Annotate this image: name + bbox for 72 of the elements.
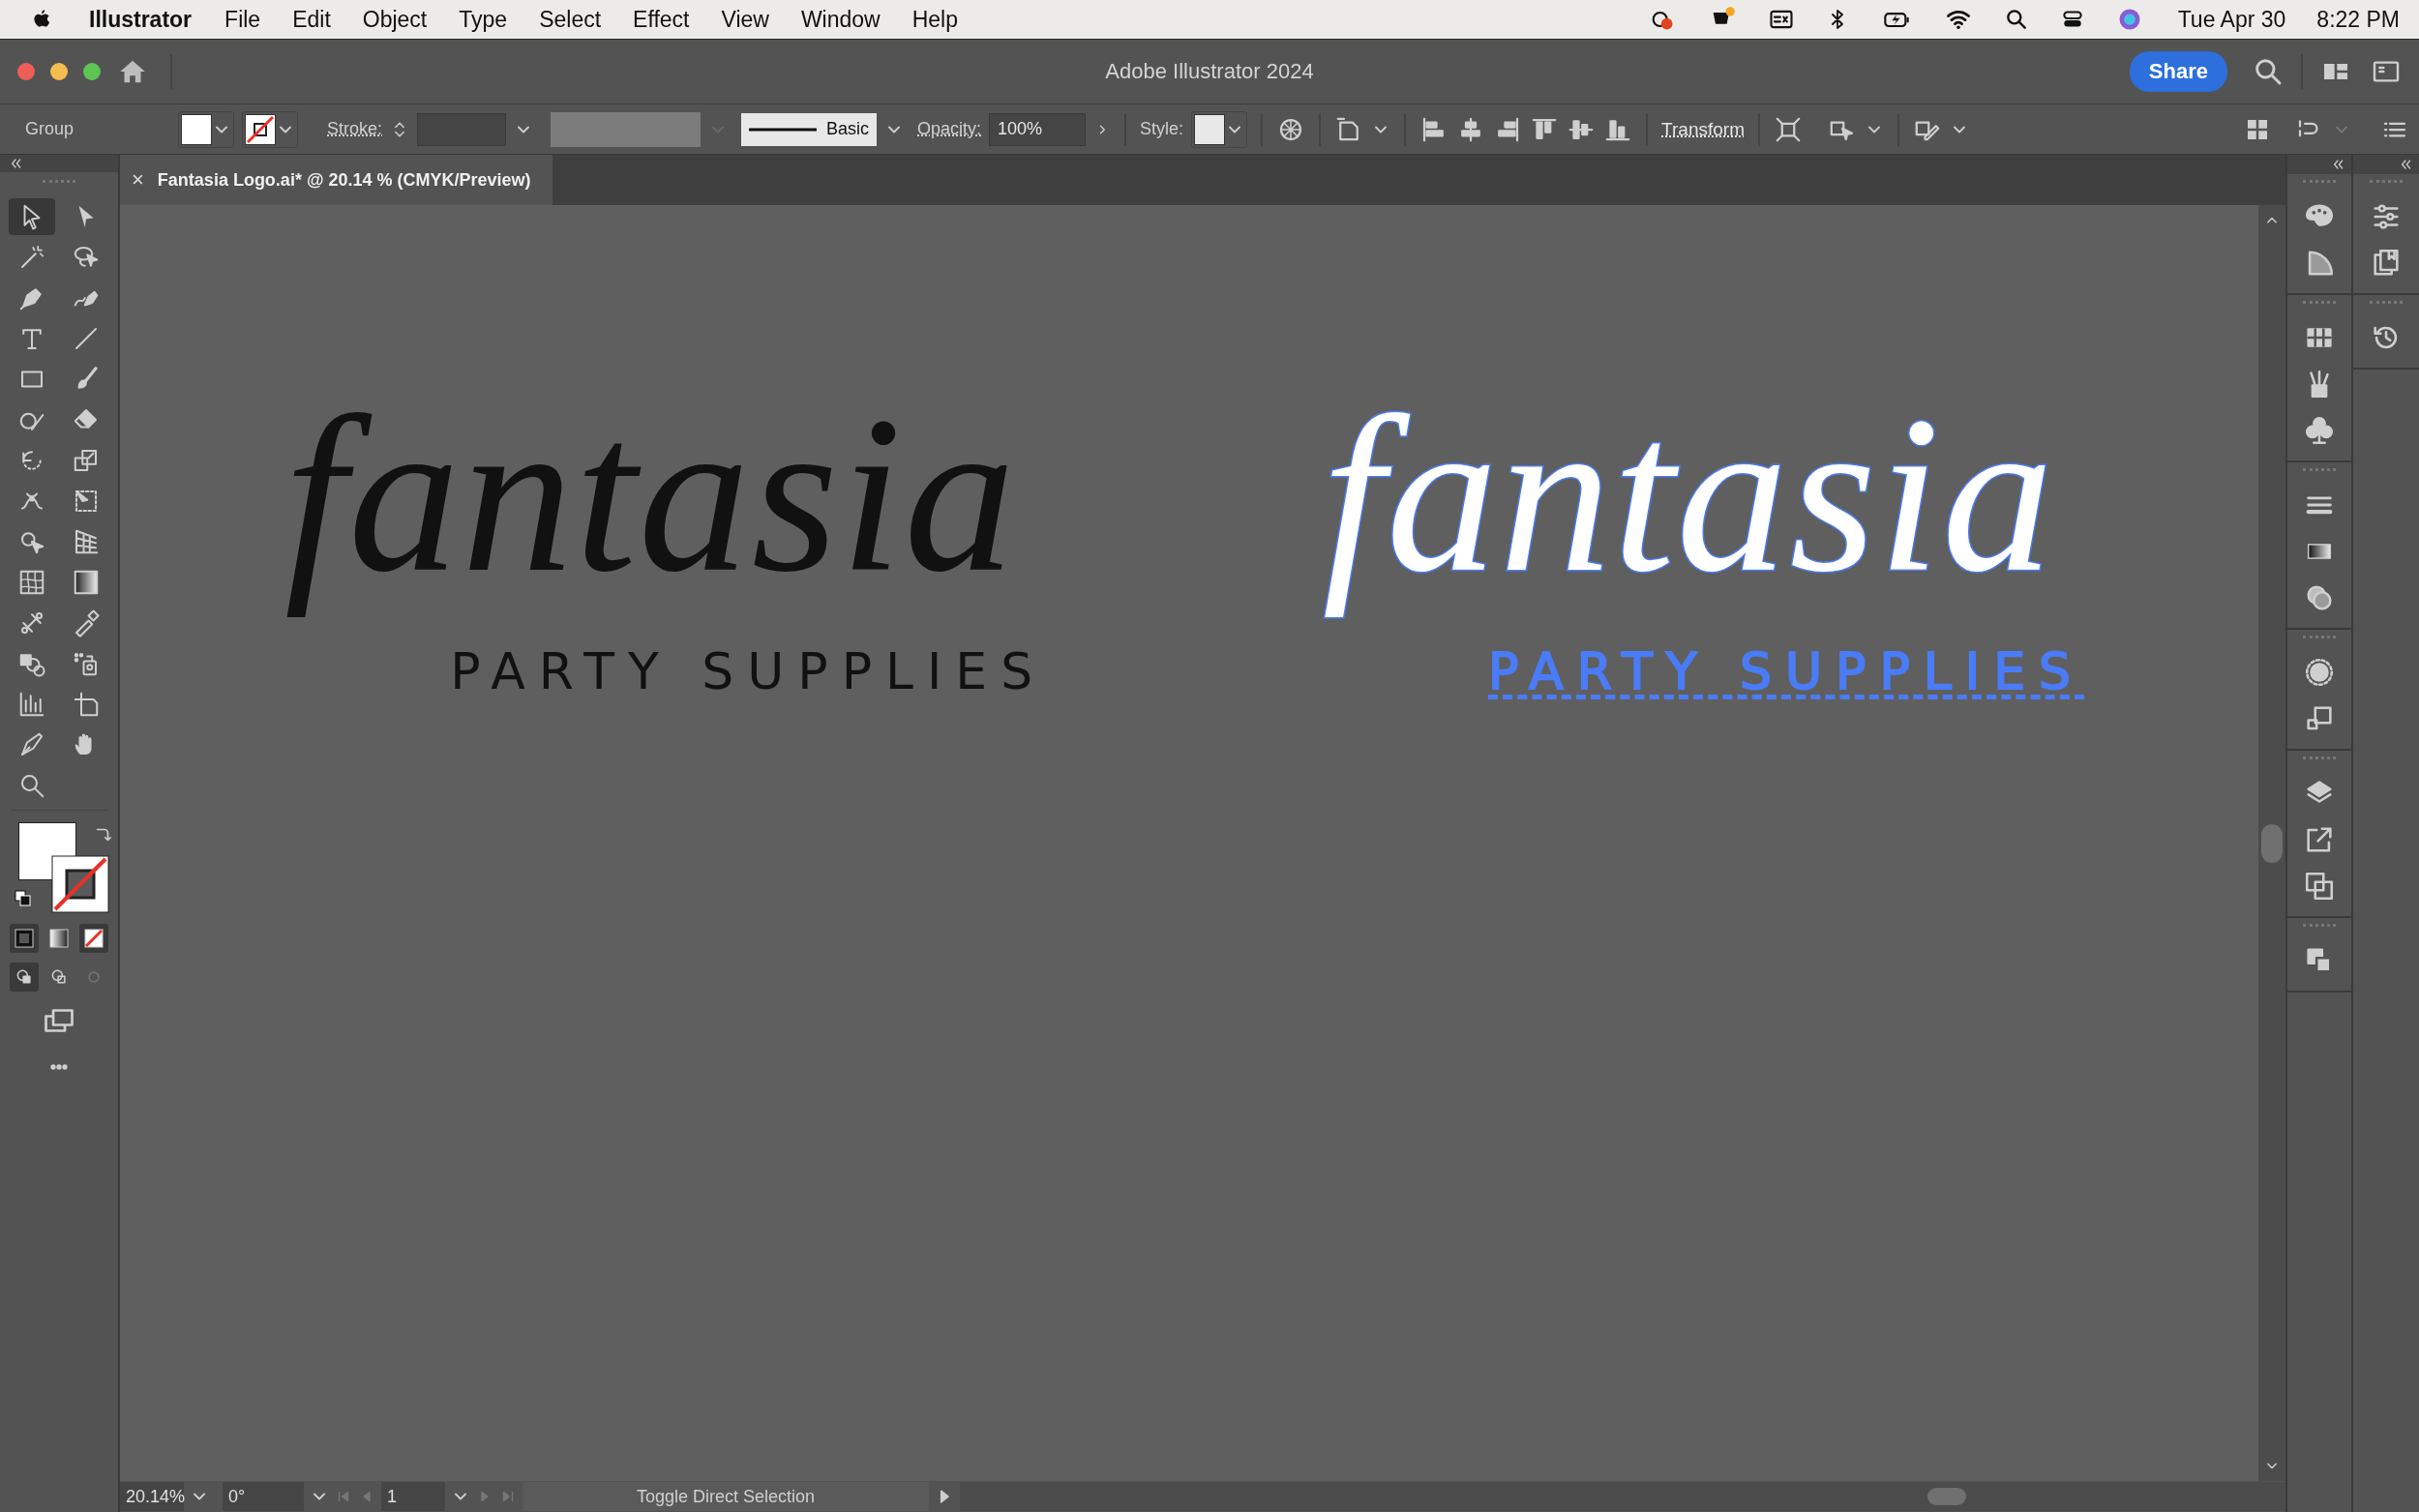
stroke-label: Stroke: bbox=[327, 119, 383, 139]
gradient-icon bbox=[49, 929, 69, 948]
chevron-down-icon bbox=[280, 125, 291, 133]
gradient-icon bbox=[72, 568, 101, 597]
zoom-level-field[interactable]: 20.14% bbox=[120, 1482, 184, 1511]
menu-item[interactable]: Help bbox=[911, 6, 959, 33]
stroke-swatch[interactable] bbox=[245, 113, 276, 145]
logo-script-text: fantasia bbox=[284, 371, 1019, 620]
selection-type-label: Group bbox=[25, 119, 75, 139]
default-colors-icon[interactable] bbox=[15, 890, 32, 907]
chevron-down-icon bbox=[888, 125, 901, 133]
graphic-style-swatch[interactable] bbox=[1194, 113, 1226, 145]
chevron-down-icon bbox=[518, 125, 530, 133]
none-color-icon bbox=[84, 929, 104, 948]
style-label: Style: bbox=[1140, 119, 1184, 139]
fill-stroke-swatches[interactable] bbox=[18, 822, 109, 913]
none-mode-button[interactable] bbox=[79, 924, 108, 953]
selection-tool[interactable] bbox=[9, 198, 55, 235]
artboards-icon[interactable] bbox=[2303, 870, 2336, 903]
logo-tagline-text: PARTY SUPPLIES bbox=[1487, 641, 2085, 702]
stroke-weight-field[interactable] bbox=[417, 112, 507, 146]
appearance-icon[interactable] bbox=[2303, 656, 2336, 689]
horizontal-scrollbar[interactable] bbox=[960, 1482, 2285, 1511]
logo-tagline-text: PARTY SUPPLIES bbox=[449, 641, 1048, 702]
menu-item[interactable]: Type bbox=[459, 6, 508, 33]
rotation-field[interactable]: 0° bbox=[223, 1482, 304, 1511]
close-tab-button[interactable]: × bbox=[132, 167, 144, 193]
chevron-down-icon bbox=[2336, 125, 2347, 133]
menu-item[interactable]: View bbox=[721, 6, 769, 33]
document-tab[interactable]: × Fantasia Logo.ai* @ 20.14 % (CMYK/Preview) bbox=[120, 155, 552, 205]
logo-script-text: fantasia bbox=[1321, 371, 2056, 620]
menu-bar-time: 8:22 PM bbox=[2316, 6, 2400, 33]
scrollbar-thumb[interactable] bbox=[1927, 1488, 1966, 1505]
color-mode-button[interactable] bbox=[10, 924, 39, 953]
opacity-field[interactable]: 100% bbox=[989, 112, 1087, 146]
menu-bar-date: Tue Apr 30 bbox=[2177, 6, 2286, 33]
brush-definition[interactable]: Basic bbox=[741, 112, 878, 146]
menu-item[interactable]: Effect bbox=[633, 6, 690, 33]
minimize-window-button[interactable] bbox=[50, 63, 68, 80]
artboard-number-field[interactable]: 1 bbox=[381, 1482, 445, 1511]
menu-item[interactable]: Object bbox=[362, 6, 428, 33]
chevron-down-icon bbox=[1953, 125, 1965, 133]
chevron-down-icon bbox=[455, 1493, 466, 1500]
menu-item[interactable]: Window bbox=[800, 6, 881, 33]
menu-item[interactable]: Select bbox=[539, 6, 602, 33]
status-text: Toggle Direct Selection bbox=[523, 1482, 929, 1511]
transform-link[interactable]: Transform bbox=[1661, 118, 1745, 140]
draw-behind-icon bbox=[49, 967, 69, 987]
menu-item[interactable]: Edit bbox=[292, 6, 331, 33]
draw-normal-button[interactable] bbox=[10, 963, 39, 992]
stroke-line-icon bbox=[749, 126, 817, 133]
menu-item[interactable]: File bbox=[224, 6, 261, 33]
chevron-down-icon bbox=[1867, 125, 1880, 133]
graph-icon bbox=[17, 690, 46, 719]
chevron-down-icon bbox=[314, 1493, 325, 1500]
app-menu[interactable]: Illustrator bbox=[89, 6, 193, 33]
share-button[interactable]: Share bbox=[2129, 51, 2227, 92]
window-title: Adobe Illustrator 2024 bbox=[1105, 59, 1314, 84]
zoom-window-button[interactable] bbox=[83, 63, 101, 80]
artboard-icon bbox=[72, 690, 101, 719]
fill-swatch[interactable] bbox=[181, 113, 212, 145]
mesh-icon bbox=[17, 568, 46, 597]
opacity-label: Opacity: bbox=[917, 119, 982, 139]
solid-color-icon bbox=[15, 929, 34, 948]
scrollbar-thumb[interactable] bbox=[2261, 823, 2283, 863]
draw-normal-icon bbox=[15, 967, 34, 987]
symbols-icon[interactable] bbox=[2303, 414, 2336, 447]
vertical-scrollbar[interactable] bbox=[2258, 205, 2285, 1481]
chevron-down-icon bbox=[1229, 125, 1241, 133]
chevron-down-icon bbox=[1375, 125, 1388, 133]
chevron-down-icon bbox=[216, 125, 227, 133]
chevron-down-icon bbox=[194, 1493, 205, 1500]
